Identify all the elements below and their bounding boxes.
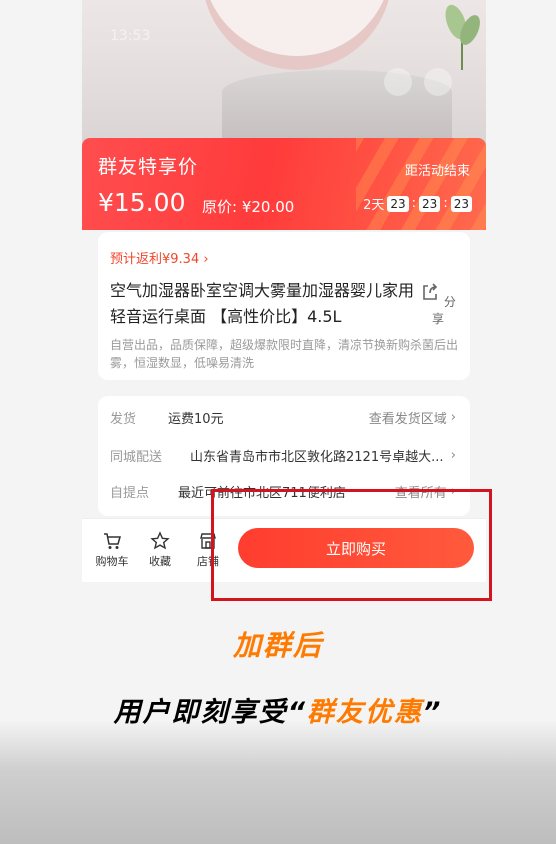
countdown-hours: 23 xyxy=(387,195,409,212)
product-name: 空气加湿器卧室空调大雾量加湿器婴儿家用轻音运行桌面 【高性价比】4.5L xyxy=(110,281,415,326)
favorite-tab[interactable]: 收藏 xyxy=(138,531,182,569)
hero-action-icons xyxy=(384,68,452,96)
original-price-value: ¥20.00 xyxy=(241,198,295,216)
countdown-minutes: 23 xyxy=(419,195,441,212)
countdown-sep: : xyxy=(411,196,417,211)
star-icon xyxy=(150,531,170,550)
caption-highlight: 群友优惠 xyxy=(307,697,423,728)
countdown-sep: : xyxy=(443,196,448,211)
rebate-text: 预计返利¥9.34 xyxy=(110,252,200,267)
status-time: 13:53 xyxy=(110,28,151,44)
shipping-label: 发货 xyxy=(110,412,137,427)
promo-title: 群友特享价 xyxy=(98,156,199,178)
city-delivery-row[interactable]: 同城配送 山东省青岛市市北区敦化路2121号卓越大... › xyxy=(110,446,456,465)
chevron-right-icon: › xyxy=(203,252,209,267)
product-info-card: 预计返利¥9.34 › 空气加湿器卧室空调大雾量加湿器婴儿家用轻音运行桌面 【高… xyxy=(98,232,470,380)
city-delivery-label: 同城配送 xyxy=(110,450,163,465)
original-price-label: 原价: xyxy=(202,198,238,216)
shipping-fee: 运费10元 xyxy=(168,412,224,427)
shipping-area-link[interactable]: 查看发货区域 xyxy=(369,408,447,427)
countdown-days: 2天 xyxy=(363,198,385,213)
screen: 13:53 群友特享价 距活动结束 ¥15.00 原价: ¥20.00 2天 2… xyxy=(0,0,556,844)
city-delivery-address: 山东省青岛市市北区敦化路2121号卓越大... xyxy=(190,450,444,465)
caption-line-2-prefix: 用户即刻享受“ xyxy=(113,697,307,728)
promo-ends-label: 距活动结束 xyxy=(404,164,470,179)
share-icon xyxy=(423,283,438,300)
humidifier-bowl-graphic xyxy=(202,0,392,70)
rebate-link[interactable]: 预计返利¥9.34 › xyxy=(110,248,209,267)
shipping-row[interactable]: 发货 运费10元 查看发货区域 › xyxy=(110,408,456,427)
leaf-icon xyxy=(445,4,480,70)
caption-line-1: 加群后 xyxy=(232,629,323,662)
highlight-frame xyxy=(211,489,492,601)
share-button[interactable]: 分享 xyxy=(420,282,456,327)
group-price-banner: 群友特享价 距活动结束 ¥15.00 原价: ¥20.00 2天 23 : 23… xyxy=(82,138,486,230)
cart-tab[interactable]: 购物车 xyxy=(90,531,134,569)
chevron-right-icon: › xyxy=(450,448,456,463)
original-price: 原价: ¥20.00 xyxy=(202,196,294,217)
pickup-label: 自提点 xyxy=(110,486,150,501)
cart-label: 购物车 xyxy=(95,555,129,568)
countdown: 2天 23 : 23 : 23 xyxy=(363,194,472,213)
bottom-fade xyxy=(0,720,556,844)
product-description: 自营出品，品质保障，超级爆款限时直降，清凉节换新购杀菌后出雾，恒湿数显，低噪易清… xyxy=(110,338,459,370)
favorite-label: 收藏 xyxy=(149,555,171,568)
cart-icon xyxy=(104,533,121,549)
promo-price: ¥15.00 xyxy=(98,188,186,217)
chevron-right-icon: › xyxy=(450,410,456,425)
caption-line-2-suffix: ” xyxy=(423,697,443,728)
countdown-seconds: 23 xyxy=(450,195,472,212)
cart-shortcut-icon[interactable] xyxy=(424,68,452,96)
more-icon[interactable] xyxy=(384,68,412,96)
caption-line-2: 用户即刻享受“群友优惠” xyxy=(0,690,556,729)
